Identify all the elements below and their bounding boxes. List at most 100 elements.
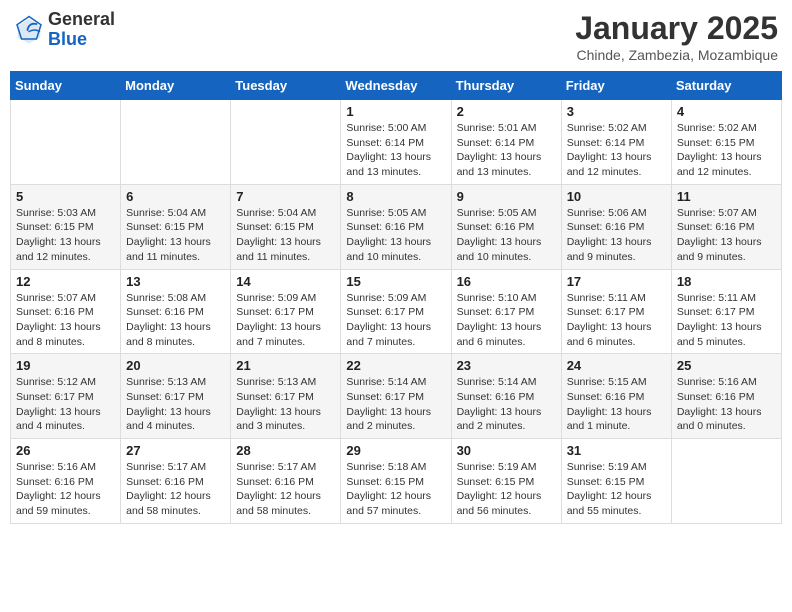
day-cell-1: 1Sunrise: 5:00 AMSunset: 6:14 PMDaylight… (341, 100, 451, 185)
day-number: 1 (346, 104, 445, 119)
day-info: Sunrise: 5:01 AMSunset: 6:14 PMDaylight:… (457, 121, 556, 180)
day-number: 25 (677, 358, 776, 373)
logo: General Blue (14, 10, 115, 50)
day-number: 6 (126, 189, 225, 204)
day-number: 29 (346, 443, 445, 458)
weekday-header-tuesday: Tuesday (231, 72, 341, 100)
day-info: Sunrise: 5:18 AMSunset: 6:15 PMDaylight:… (346, 460, 445, 519)
day-cell-8: 8 Sunrise: 5:05 AMSunset: 6:16 PMDaylight… (341, 184, 451, 269)
day-cell-26: 26 Sunrise: 5:16 AMSunset: 6:16 PMDayligh… (11, 439, 121, 524)
day-cell-4: 4 Sunrise: 5:02 AMSunset: 6:15 PMDaylight… (671, 100, 781, 185)
day-info: Sunrise: 5:17 AMSunset: 6:16 PMDaylight:… (126, 460, 225, 519)
day-cell-9: 9 Sunrise: 5:05 AMSunset: 6:16 PMDaylight… (451, 184, 561, 269)
day-cell-18: 18 Sunrise: 5:11 AMSunset: 6:17 PMDayligh… (671, 269, 781, 354)
day-number: 11 (677, 189, 776, 204)
day-cell-25: 25Sunrise: 5:16 AMSunset: 6:16 PMDayligh… (671, 354, 781, 439)
page-header: General Blue January 2025 Chinde, Zambez… (10, 10, 782, 63)
day-number: 26 (16, 443, 115, 458)
day-number: 13 (126, 274, 225, 289)
day-info: Sunrise: 5:16 AMSunset: 6:16 PMDaylight:… (16, 460, 115, 519)
day-number: 7 (236, 189, 335, 204)
day-number: 19 (16, 358, 115, 373)
week-row-4: 19 Sunrise: 5:12 AMSunset: 6:17 PMDayligh… (11, 354, 782, 439)
day-number: 12 (16, 274, 115, 289)
day-info: Sunrise: 5:19 AMSunset: 6:15 PMDaylight:… (567, 460, 666, 519)
day-cell-17: 17Sunrise: 5:11 AMSunset: 6:17 PMDayligh… (561, 269, 671, 354)
day-info: Sunrise: 5:08 AMSunset: 6:16 PMDaylight:… (126, 291, 225, 350)
empty-cell (231, 100, 341, 185)
day-info: Sunrise: 5:12 AMSunset: 6:17 PMDaylight:… (16, 375, 115, 434)
day-info: Sunrise: 5:02 AMSunset: 6:15 PMDaylight:… (677, 121, 776, 180)
day-number: 23 (457, 358, 556, 373)
day-info: Sunrise: 5:09 AMSunset: 6:17 PMDaylight:… (236, 291, 335, 350)
day-cell-22: 22 Sunrise: 5:14 AMSunset: 6:17 PMDayligh… (341, 354, 451, 439)
day-number: 18 (677, 274, 776, 289)
day-cell-16: 16 Sunrise: 5:10 AMSunset: 6:17 PMDayligh… (451, 269, 561, 354)
weekday-header-friday: Friday (561, 72, 671, 100)
empty-cell (121, 100, 231, 185)
day-cell-30: 30 Sunrise: 5:19 AMSunset: 6:15 PMDayligh… (451, 439, 561, 524)
day-info: Sunrise: 5:19 AMSunset: 6:15 PMDaylight:… (457, 460, 556, 519)
day-info: Sunrise: 5:04 AMSunset: 6:15 PMDaylight:… (236, 206, 335, 265)
weekday-header-thursday: Thursday (451, 72, 561, 100)
day-number: 30 (457, 443, 556, 458)
day-info: Sunrise: 5:09 AMSunset: 6:17 PMDaylight:… (346, 291, 445, 350)
day-number: 17 (567, 274, 666, 289)
logo-icon (14, 15, 44, 45)
day-info: Sunrise: 5:02 AMSunset: 6:14 PMDaylight:… (567, 121, 666, 180)
day-number: 14 (236, 274, 335, 289)
day-cell-27: 27Sunrise: 5:17 AMSunset: 6:16 PMDayligh… (121, 439, 231, 524)
day-number: 20 (126, 358, 225, 373)
week-row-2: 5Sunrise: 5:03 AMSunset: 6:15 PMDaylight… (11, 184, 782, 269)
day-number: 4 (677, 104, 776, 119)
day-cell-15: 15 Sunrise: 5:09 AMSunset: 6:17 PMDayligh… (341, 269, 451, 354)
day-cell-2: 2 Sunrise: 5:01 AMSunset: 6:14 PMDaylight… (451, 100, 561, 185)
day-info: Sunrise: 5:05 AMSunset: 6:16 PMDaylight:… (346, 206, 445, 265)
title-block: January 2025 Chinde, Zambezia, Mozambiqu… (575, 10, 778, 63)
weekday-header-saturday: Saturday (671, 72, 781, 100)
day-number: 15 (346, 274, 445, 289)
day-info: Sunrise: 5:07 AMSunset: 6:16 PMDaylight:… (16, 291, 115, 350)
day-number: 31 (567, 443, 666, 458)
day-cell-23: 23Sunrise: 5:14 AMSunset: 6:16 PMDayligh… (451, 354, 561, 439)
day-cell-31: 31 Sunrise: 5:19 AMSunset: 6:15 PMDayligh… (561, 439, 671, 524)
day-cell-14: 14 Sunrise: 5:09 AMSunset: 6:17 PMDayligh… (231, 269, 341, 354)
day-cell-7: 7 Sunrise: 5:04 AMSunset: 6:15 PMDaylight… (231, 184, 341, 269)
day-info: Sunrise: 5:10 AMSunset: 6:17 PMDaylight:… (457, 291, 556, 350)
day-info: Sunrise: 5:11 AMSunset: 6:17 PMDaylight:… (677, 291, 776, 350)
day-cell-21: 21Sunrise: 5:13 AMSunset: 6:17 PMDayligh… (231, 354, 341, 439)
weekday-header-sunday: Sunday (11, 72, 121, 100)
day-cell-28: 28Sunrise: 5:17 AMSunset: 6:16 PMDayligh… (231, 439, 341, 524)
day-number: 2 (457, 104, 556, 119)
day-info: Sunrise: 5:04 AMSunset: 6:15 PMDaylight:… (126, 206, 225, 265)
day-number: 16 (457, 274, 556, 289)
empty-cell (11, 100, 121, 185)
week-row-1: 1Sunrise: 5:00 AMSunset: 6:14 PMDaylight… (11, 100, 782, 185)
day-cell-5: 5Sunrise: 5:03 AMSunset: 6:15 PMDaylight… (11, 184, 121, 269)
month-title: January 2025 (575, 10, 778, 47)
day-cell-12: 12 Sunrise: 5:07 AMSunset: 6:16 PMDayligh… (11, 269, 121, 354)
day-number: 5 (16, 189, 115, 204)
day-info: Sunrise: 5:15 AMSunset: 6:16 PMDaylight:… (567, 375, 666, 434)
location: Chinde, Zambezia, Mozambique (575, 47, 778, 63)
empty-cell (671, 439, 781, 524)
day-number: 3 (567, 104, 666, 119)
day-info: Sunrise: 5:14 AMSunset: 6:17 PMDaylight:… (346, 375, 445, 434)
day-info: Sunrise: 5:05 AMSunset: 6:16 PMDaylight:… (457, 206, 556, 265)
weekday-header-monday: Monday (121, 72, 231, 100)
day-cell-10: 10Sunrise: 5:06 AMSunset: 6:16 PMDayligh… (561, 184, 671, 269)
day-number: 9 (457, 189, 556, 204)
logo-blue-text: Blue (48, 29, 87, 49)
weekday-header-row: SundayMondayTuesdayWednesdayThursdayFrid… (11, 72, 782, 100)
day-info: Sunrise: 5:13 AMSunset: 6:17 PMDaylight:… (126, 375, 225, 434)
day-cell-20: 20 Sunrise: 5:13 AMSunset: 6:17 PMDayligh… (121, 354, 231, 439)
calendar-table: SundayMondayTuesdayWednesdayThursdayFrid… (10, 71, 782, 524)
logo-general-text: General (48, 9, 115, 29)
weekday-header-wednesday: Wednesday (341, 72, 451, 100)
day-cell-19: 19 Sunrise: 5:12 AMSunset: 6:17 PMDayligh… (11, 354, 121, 439)
day-number: 8 (346, 189, 445, 204)
week-row-3: 12 Sunrise: 5:07 AMSunset: 6:16 PMDayligh… (11, 269, 782, 354)
day-number: 28 (236, 443, 335, 458)
day-info: Sunrise: 5:06 AMSunset: 6:16 PMDaylight:… (567, 206, 666, 265)
day-number: 22 (346, 358, 445, 373)
